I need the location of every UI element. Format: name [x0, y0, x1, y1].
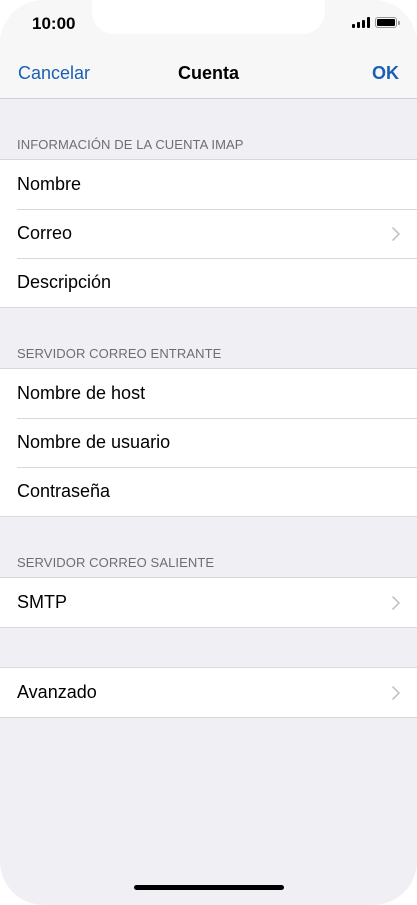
section-header-imap: INFORMACIÓN DE LA CUENTA IMAP [17, 137, 244, 152]
row-nombre[interactable]: Nombre [0, 160, 417, 209]
navigation-bar: Cancelar Cuenta OK [0, 48, 417, 99]
status-icons [352, 17, 400, 28]
section-header-outgoing: SERVIDOR CORREO SALIENTE [17, 555, 215, 570]
row-label: SMTP [17, 592, 68, 612]
ok-button[interactable]: OK [372, 63, 399, 84]
group-imap: Nombre Correo Descripción [0, 159, 417, 308]
row-avanzado[interactable]: Avanzado [0, 668, 417, 717]
row-correo[interactable]: Correo [0, 209, 417, 258]
phone-screen: 10:00 Cancelar Cuenta OK INFORMACIÓN DE … [0, 0, 417, 905]
row-descripcion[interactable]: Descripción [0, 258, 417, 307]
chevron-right-icon [392, 685, 400, 700]
chevron-right-icon [392, 595, 400, 610]
row-label: Descripción [17, 272, 112, 292]
row-label: Nombre de usuario [17, 432, 171, 452]
chevron-right-icon [392, 226, 400, 241]
battery-icon [375, 17, 400, 28]
row-label: Contraseña [17, 481, 111, 501]
status-time: 10:00 [32, 14, 76, 33]
row-label: Nombre [17, 174, 82, 194]
notch [92, 0, 325, 34]
group-incoming: Nombre de host Nombre de usuario Contras… [0, 368, 417, 517]
group-outgoing: SMTP [0, 577, 417, 628]
home-indicator[interactable] [134, 885, 284, 890]
row-label: Nombre de host [17, 383, 146, 403]
page-title: Cuenta [177, 63, 239, 83]
group-advanced: Avanzado [0, 667, 417, 718]
row-host[interactable]: Nombre de host [0, 369, 417, 418]
signal-icon [352, 17, 370, 28]
row-smtp[interactable]: SMTP [0, 578, 417, 627]
section-header-incoming: SERVIDOR CORREO ENTRANTE [17, 346, 222, 361]
row-label: Correo [17, 223, 73, 243]
settings-list: INFORMACIÓN DE LA CUENTA IMAP Nombre Cor… [0, 99, 417, 718]
row-password[interactable]: Contraseña [0, 467, 417, 516]
status-bar: 10:00 [0, 0, 417, 48]
row-username[interactable]: Nombre de usuario [0, 418, 417, 467]
row-label: Avanzado [17, 682, 97, 702]
